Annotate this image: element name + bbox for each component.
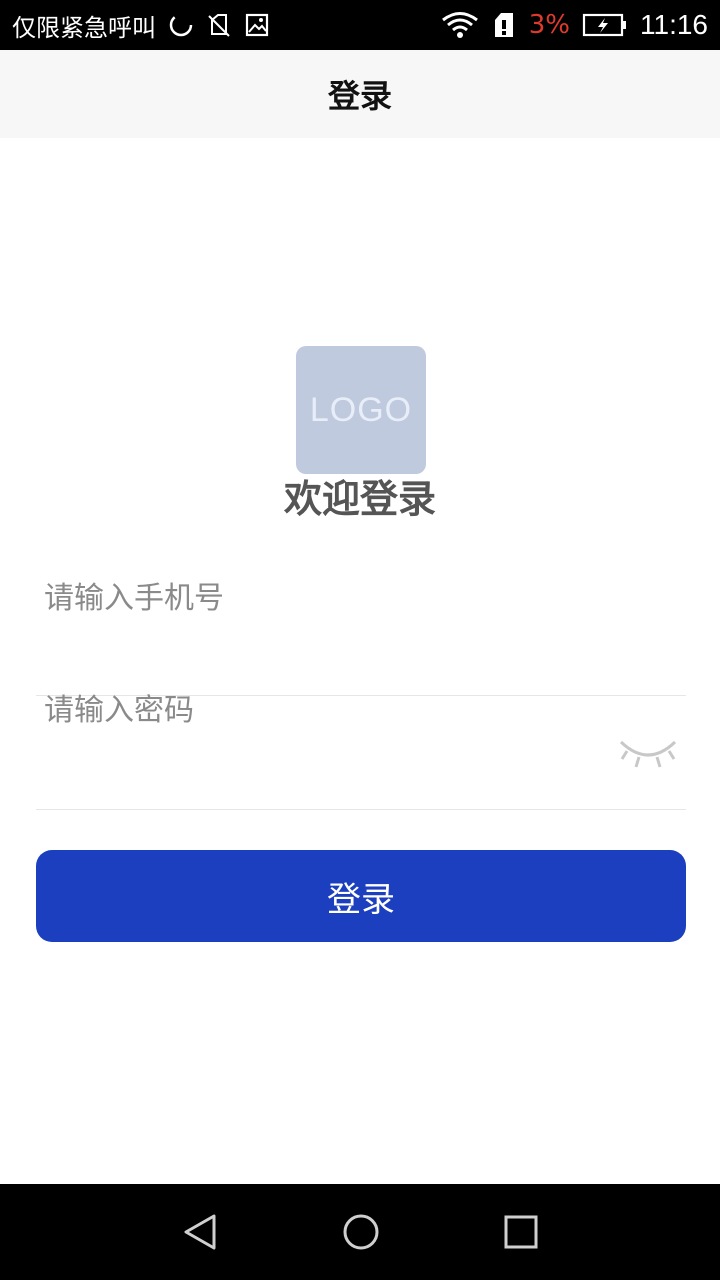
page-title: 登录 <box>327 77 392 115</box>
loading-icon <box>168 12 194 38</box>
login-screen: 仅限紧急呼叫 3% 11:16 登录 LOGO 欢迎登录 请输入手机号 登录 <box>0 0 720 1280</box>
phone-field <box>36 570 686 696</box>
eye-closed-icon[interactable] <box>616 734 680 774</box>
wifi-icon <box>441 11 479 39</box>
login-button[interactable]: 登录 <box>36 850 686 942</box>
battery-percent: 3% <box>528 10 570 40</box>
status-left: 仅限紧急呼叫 <box>12 8 270 43</box>
recents-icon[interactable] <box>501 1212 541 1252</box>
battery-charging-icon <box>582 12 628 38</box>
status-right: 3% 11:16 <box>441 9 708 41</box>
back-icon[interactable] <box>180 1212 220 1252</box>
app-logo: LOGO <box>296 346 426 474</box>
password-field <box>36 682 686 810</box>
phone-input[interactable] <box>36 570 596 626</box>
carrier-text: 仅限紧急呼叫 <box>12 13 156 42</box>
image-icon <box>244 12 270 38</box>
app-header: 登录 <box>0 50 720 138</box>
logo-text: LOGO <box>309 390 413 429</box>
nav-bar <box>0 1184 720 1280</box>
status-bar: 仅限紧急呼叫 3% 11:16 <box>0 0 720 50</box>
password-input[interactable] <box>36 682 596 738</box>
welcome-heading: 欢迎登录 <box>283 477 436 521</box>
home-icon[interactable] <box>341 1212 381 1252</box>
sim-alert-icon <box>491 11 517 39</box>
clock: 11:16 <box>640 9 708 40</box>
no-sim-icon <box>206 12 232 38</box>
